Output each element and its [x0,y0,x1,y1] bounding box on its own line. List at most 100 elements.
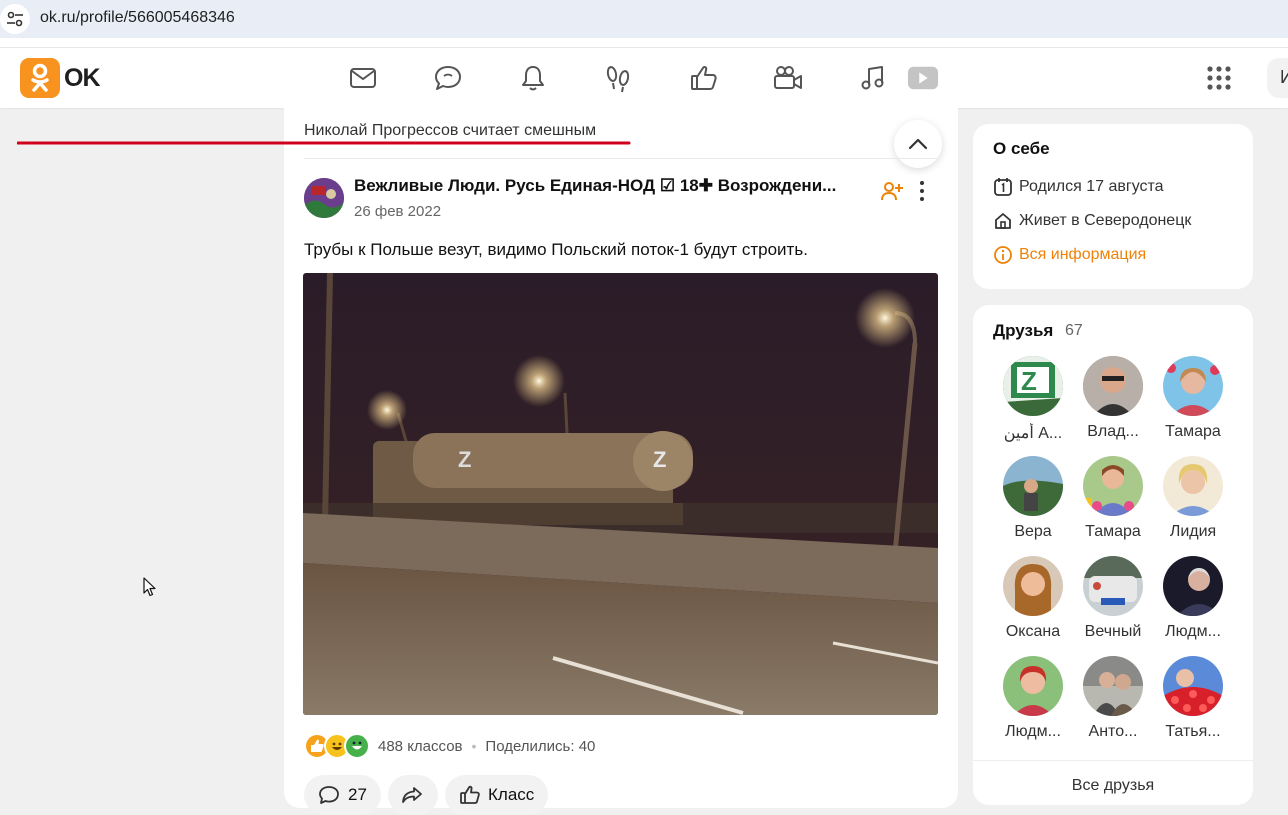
tune-icon[interactable] [0,4,30,34]
reactions-count[interactable]: 488 классов [378,738,463,755]
born-row: Родился 17 августа [993,177,1164,197]
friend-name: Людм... [1165,623,1221,640]
avatar [1083,456,1143,516]
friend-name: Тамара [1165,423,1221,440]
avatar [1003,556,1063,616]
friend-name: أمين А... [1003,425,1063,442]
friend-name: Людм... [1005,723,1061,740]
top-navigation: OK И [0,48,1288,108]
calendar-icon [994,178,1012,196]
reshare-text[interactable]: Николай Прогрессов считает смешным [304,122,596,140]
friend-name: Вечный [1084,623,1142,640]
bell-icon[interactable] [517,62,549,94]
search-button[interactable]: И [1267,58,1288,98]
svg-text:Z: Z [653,447,666,472]
avatar [1083,556,1143,616]
chevron-up-icon [908,138,928,150]
klass-button[interactable]: Класс [445,775,549,815]
avatar [1163,656,1223,716]
avatar [1003,456,1063,516]
friend-card[interactable]: Вечный [1073,556,1153,641]
friend-card[interactable]: Тамара [1073,456,1153,541]
all-info-text: Вся информация [1019,246,1147,263]
comment-icon [319,786,339,804]
avatar [1163,556,1223,616]
friend-name: Оксана [1005,623,1061,640]
footprints-icon[interactable] [602,62,634,94]
grin-reaction-icon [344,733,370,759]
like-icon[interactable] [688,62,720,94]
friend-card[interactable]: Людм... [1153,556,1233,641]
avatar: Z [1003,356,1063,416]
mail-icon[interactable] [347,62,379,94]
avatar [1083,656,1143,716]
friend-card[interactable]: Анто... [1073,656,1153,741]
url-text[interactable]: ok.ru/profile/566005468346 [40,9,235,27]
friends-panel: Друзья 67 Z أمين А... Влад... Тамара Вер… [973,305,1253,805]
all-friends-link[interactable]: Все друзья [973,777,1253,795]
chat-icon[interactable] [432,62,464,94]
friends-title[interactable]: Друзья [993,321,1053,341]
post-date[interactable]: 26 фев 2022 [354,203,441,220]
ok-logo-text: OK [64,63,100,92]
all-info-link[interactable]: Вся информация [993,245,1146,265]
friends-count: 67 [1065,322,1083,339]
lives-row: Живет в Северодонецк [993,211,1191,231]
header-separator [0,38,1288,48]
divider [304,158,938,159]
avatar [1083,356,1143,416]
ok-logo-icon [20,58,60,98]
born-text: Родился 17 августа [1019,178,1164,195]
post-text: Трубы к Польше везут, видимо Польский по… [304,240,808,259]
avatar [1163,456,1223,516]
mouse-cursor-icon [143,577,156,597]
grid-icon[interactable] [1203,62,1235,94]
friend-card[interactable]: Z أمين А... [993,356,1073,443]
group-avatar[interactable] [304,178,344,218]
info-icon [994,246,1012,264]
friend-card[interactable]: Вера [993,456,1073,541]
browser-address-bar[interactable]: ok.ru/profile/566005468346 [0,0,1288,38]
post-photo[interactable]: Z Z [303,273,938,715]
avatar [1003,656,1063,716]
svg-text:Z: Z [458,447,471,472]
svg-text:Z: Z [1021,366,1037,396]
reactions-bar[interactable]: 488 классов • Поделились: 40 [304,732,595,760]
home-icon [995,213,1011,229]
dot-separator: • [471,738,477,754]
friend-card[interactable]: Влад... [1073,356,1153,441]
feed-post: Николай Прогрессов считает смешным Вежли… [284,108,958,815]
music-icon[interactable] [857,62,889,94]
comments-count: 27 [348,785,367,804]
friend-name: Татья... [1165,723,1221,740]
video-icon[interactable] [907,62,939,94]
friend-name: Тамара [1085,523,1141,540]
group-name[interactable]: Вежливые Люди. Русь Единая-НОД ☑ 18✚ Воз… [354,176,859,196]
about-panel: О себе Родился 17 августа Живет в Северо… [973,124,1253,289]
share-button[interactable] [388,775,438,815]
divider [973,760,1253,761]
share-icon [402,787,422,803]
friend-card[interactable]: Татья... [1153,656,1233,741]
camera-icon[interactable] [772,62,804,94]
friend-card[interactable]: Тамара [1153,356,1233,441]
comments-button[interactable]: 27 [304,775,381,815]
ok-logo[interactable]: OK [20,58,100,98]
lives-text: Живет в Северодонецк [1019,212,1192,229]
friend-card[interactable]: Оксана [993,556,1073,641]
shares-count[interactable]: Поделились: 40 [485,738,595,755]
friend-card[interactable]: Людм... [993,656,1073,741]
friend-name: Влад... [1087,423,1139,440]
add-friend-icon[interactable] [880,179,904,208]
more-options-icon[interactable] [914,179,930,208]
like-icon [460,785,480,804]
avatar [1163,356,1223,416]
red-underline-annotation [17,141,631,145]
friend-name: Лидия [1169,523,1217,540]
about-title: О себе [993,139,1050,158]
friend-name: Анто... [1088,723,1138,740]
friend-card[interactable]: Лидия [1153,456,1233,541]
friend-name: Вера [1014,523,1052,540]
klass-label: Класс [488,785,535,804]
collapse-button[interactable] [894,120,942,168]
